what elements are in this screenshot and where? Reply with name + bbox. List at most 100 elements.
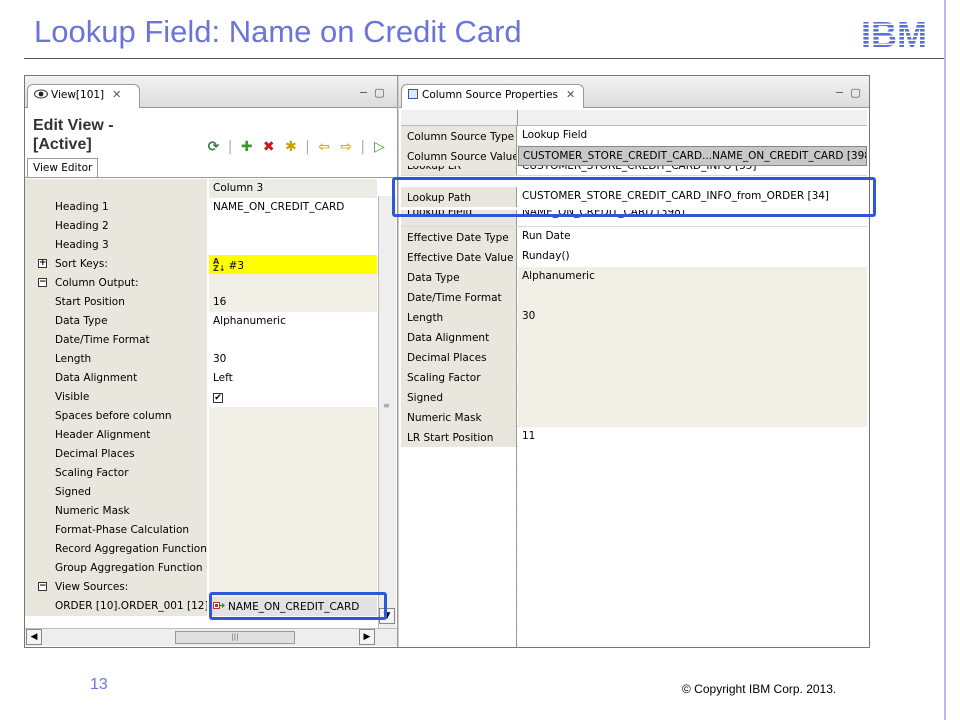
move-right-icon[interactable]: ⇨ <box>338 139 355 155</box>
close-icon[interactable]: ✕ <box>112 88 121 101</box>
table-row[interactable]: LR Start Position 11 <box>401 427 867 447</box>
move-left-icon[interactable]: ⇦ <box>316 139 333 155</box>
row-value[interactable]: Run Date <box>518 227 867 247</box>
table-row[interactable]: Record Aggregation Function <box>25 540 377 559</box>
row-value[interactable]: NAME_ON_CREDIT_CARD <box>209 198 377 217</box>
row-value[interactable] <box>209 483 377 502</box>
row-value[interactable]: Runday() <box>518 247 867 267</box>
table-row[interactable]: Heading 2 <box>25 217 377 236</box>
row-value[interactable] <box>209 407 377 426</box>
table-row[interactable]: Signed <box>25 483 377 502</box>
table-row[interactable]: − Column Output: <box>25 274 377 293</box>
scroll-grip-icon: ≡ <box>383 401 390 410</box>
row-value[interactable] <box>209 445 377 464</box>
table-row[interactable]: Heading 3 <box>25 236 377 255</box>
row-value[interactable] <box>209 274 377 293</box>
row-value[interactable] <box>209 521 377 540</box>
slide-border-line <box>944 0 946 720</box>
row-value[interactable]: Alphanumeric <box>518 267 867 287</box>
table-row[interactable]: Date/Time Format <box>401 287 867 307</box>
row-value[interactable] <box>518 367 867 387</box>
row-value[interactable] <box>518 327 867 347</box>
scroll-right-icon[interactable]: ▶ <box>359 629 375 645</box>
tab-view-editor[interactable]: View Editor <box>27 158 99 178</box>
refresh-icon[interactable]: ⟳ <box>205 139 222 155</box>
table-row[interactable]: Date/Time Format <box>25 331 377 350</box>
row-value[interactable] <box>209 540 377 559</box>
table-row[interactable]: Spaces before column <box>25 407 377 426</box>
table-row[interactable]: Visible ✔ <box>25 388 377 407</box>
row-value[interactable]: 16 <box>209 293 377 312</box>
tab-column-source-properties[interactable]: Column Source Properties ✕ <box>401 84 585 108</box>
table-row[interactable]: Length 30 <box>401 307 867 327</box>
table-row[interactable]: Column Source Type Lookup Field <box>401 126 867 146</box>
row-value[interactable] <box>209 559 377 578</box>
table-row[interactable]: Effective Date Type Run Date <box>401 227 867 247</box>
table-row[interactable]: Scaling Factor <box>25 464 377 483</box>
maximize-icon[interactable]: ▢ <box>850 86 866 99</box>
table-row[interactable]: Decimal Places <box>25 445 377 464</box>
row-name: Scaling Factor <box>25 464 208 483</box>
collapse-icon[interactable]: − <box>38 278 47 287</box>
row-value[interactable] <box>209 217 377 236</box>
row-value[interactable]: ✔ <box>209 388 377 407</box>
row-value[interactable]: 11 <box>518 427 867 447</box>
expand-icon[interactable]: + <box>38 259 47 268</box>
row-value[interactable] <box>209 331 377 350</box>
tab-view-101[interactable]: View[101] ✕ <box>27 84 141 108</box>
row-value[interactable] <box>518 347 867 367</box>
table-row[interactable]: + Sort Keys: A Z↓ #3 <box>25 255 377 274</box>
minimize-icon[interactable]: − <box>359 86 374 99</box>
row-value[interactable] <box>518 387 867 407</box>
row-value[interactable]: CUSTOMER_STORE_CREDIT_CARD_INFO [55] <box>518 166 867 175</box>
row-value[interactable]: Lookup Field <box>518 126 867 146</box>
table-row[interactable]: Column Source Value CUSTOMER_STORE_CREDI… <box>401 146 867 166</box>
column-3-header[interactable]: Column 3 <box>209 179 377 198</box>
table-row[interactable]: Header Alignment <box>25 426 377 445</box>
table-row[interactable]: Lookup LR CUSTOMER_STORE_CREDIT_CARD_INF… <box>401 166 867 176</box>
row-value[interactable]: A Z↓ #3 <box>209 255 377 274</box>
table-row[interactable]: Numeric Mask <box>25 502 377 521</box>
row-value[interactable] <box>209 236 377 255</box>
close-icon[interactable]: ✕ <box>566 88 575 101</box>
table-row[interactable]: Format-Phase Calculation <box>25 521 377 540</box>
row-value[interactable] <box>518 287 867 307</box>
table-row[interactable]: Data Alignment Left <box>25 369 377 388</box>
horizontal-scrollbar[interactable]: ◀ ||| ▶ <box>25 628 397 646</box>
vertical-scrollbar[interactable]: ≡ ▼ <box>378 196 396 628</box>
table-row[interactable]: Numeric Mask <box>401 407 867 427</box>
scrollbar-thumb[interactable]: ||| <box>175 631 295 644</box>
row-value[interactable]: CUSTOMER_STORE_CREDIT_CARD...NAME_ON_CRE… <box>518 146 867 166</box>
table-row[interactable]: Length 30 <box>25 350 377 369</box>
row-value[interactable]: Left <box>209 369 377 388</box>
table-row[interactable]: Decimal Places <box>401 347 867 367</box>
insert-column-icon[interactable]: ✱ <box>282 139 299 155</box>
scroll-left-icon[interactable]: ◀ <box>26 629 42 645</box>
table-row[interactable]: Data Type Alphanumeric <box>401 267 867 287</box>
delete-icon[interactable]: ✖ <box>260 139 277 155</box>
empty-row <box>401 447 867 467</box>
row-name: Decimal Places <box>25 445 208 464</box>
table-row[interactable]: Effective Date Value Runday() <box>401 247 867 267</box>
table-row[interactable]: Heading 1 NAME_ON_CREDIT_CARD <box>25 198 377 217</box>
table-row[interactable]: Data Alignment <box>401 327 867 347</box>
row-value[interactable]: Alphanumeric <box>209 312 377 331</box>
row-value[interactable] <box>209 502 377 521</box>
run-icon[interactable]: ▷ <box>371 139 388 155</box>
visible-checkbox[interactable]: ✔ <box>213 393 223 403</box>
collapse-icon[interactable]: − <box>38 582 47 591</box>
table-row[interactable]: Data Type Alphanumeric <box>25 312 377 331</box>
row-value[interactable]: 30 <box>209 350 377 369</box>
row-value[interactable]: 30 <box>518 307 867 327</box>
row-value[interactable] <box>518 407 867 427</box>
row-value[interactable] <box>209 426 377 445</box>
maximize-icon[interactable]: ▢ <box>374 86 390 99</box>
table-row[interactable]: Signed <box>401 387 867 407</box>
minimize-icon[interactable]: − <box>835 86 850 99</box>
table-row[interactable]: Group Aggregation Function <box>25 559 377 578</box>
table-row[interactable]: Start Position 16 <box>25 293 377 312</box>
row-name: Group Aggregation Function <box>25 559 208 578</box>
table-row[interactable]: Scaling Factor <box>401 367 867 387</box>
row-value[interactable] <box>209 464 377 483</box>
add-icon[interactable]: ✚ <box>238 139 255 155</box>
